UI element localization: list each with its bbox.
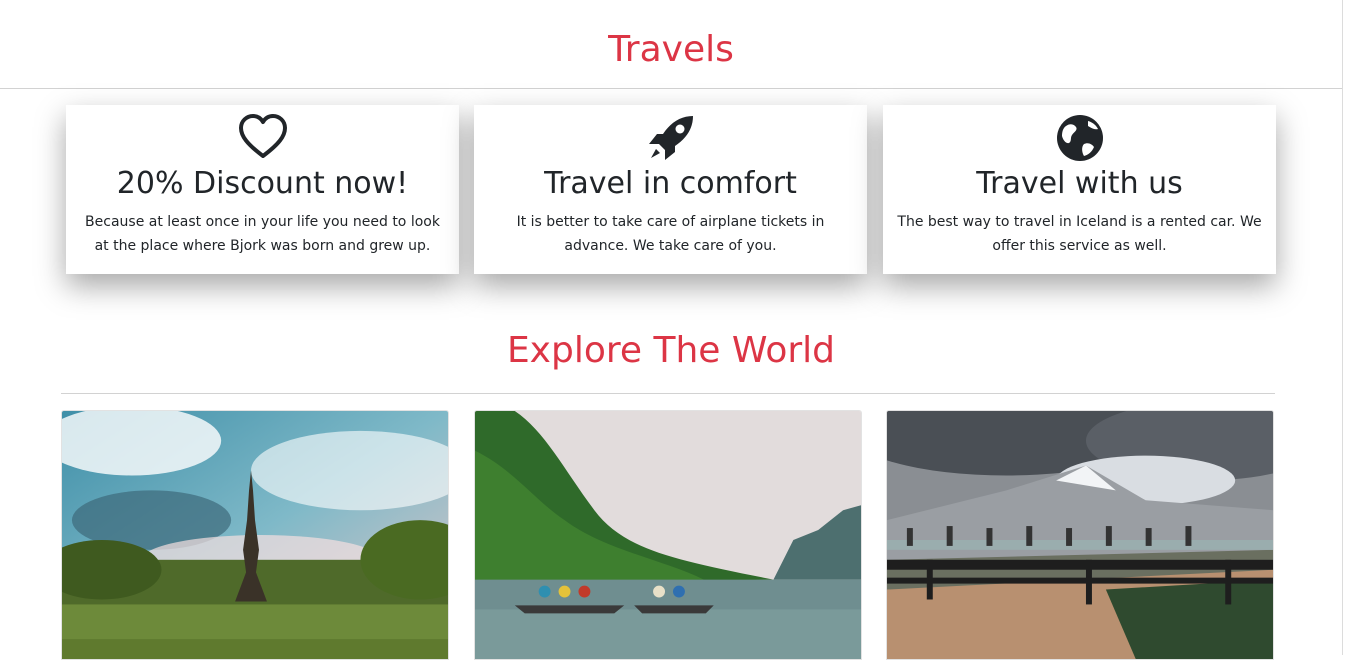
card-heading: Travel in comfort — [544, 166, 797, 201]
card-text: Because at least once in your life you n… — [85, 214, 440, 254]
scrollbar-track[interactable] — [1342, 0, 1343, 655]
travel-with-us-card: Travel with us The best way to travel in… — [883, 105, 1276, 274]
travels-title: Travels — [608, 29, 734, 70]
heart-outline-icon — [237, 112, 289, 164]
section-divider — [0, 88, 1342, 89]
section-divider — [61, 393, 1275, 394]
comfort-card: Travel in comfort It is better to take c… — [474, 105, 867, 274]
eiffel-tower-photo[interactable] — [61, 410, 449, 660]
card-text: It is better to take care of airplane ti… — [516, 214, 825, 254]
card-heading: Travel with us — [976, 166, 1183, 201]
explore-title: Explore The World — [506, 330, 836, 371]
card-text: The best way to travel in Iceland is a r… — [897, 214, 1262, 254]
globe-icon — [1054, 112, 1106, 164]
discount-card: 20% Discount now! Because at least once … — [66, 105, 459, 274]
card-heading: 20% Discount now! — [116, 166, 409, 201]
glacier-skywalk-photo[interactable] — [886, 410, 1274, 660]
rocket-icon — [645, 112, 697, 164]
river-boats-photo[interactable] — [474, 410, 862, 660]
